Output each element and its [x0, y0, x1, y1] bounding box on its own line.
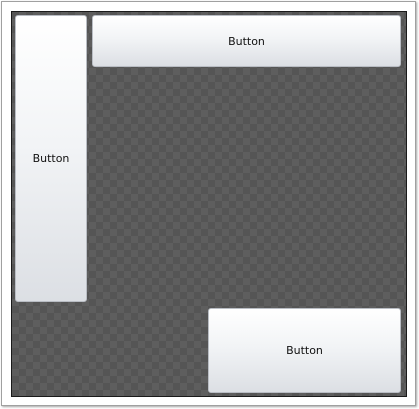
top-horizontal-button[interactable]: Button: [92, 15, 401, 67]
left-vertical-button[interactable]: Button: [15, 15, 87, 302]
layout-canvas: Button Button Button: [11, 11, 407, 397]
window-frame: Button Button Button: [1, 1, 416, 406]
bottom-right-button[interactable]: Button: [208, 308, 401, 393]
bottom-right-button-label: Button: [286, 344, 323, 357]
top-horizontal-button-label: Button: [228, 34, 265, 48]
left-vertical-button-label: Button: [32, 152, 70, 165]
